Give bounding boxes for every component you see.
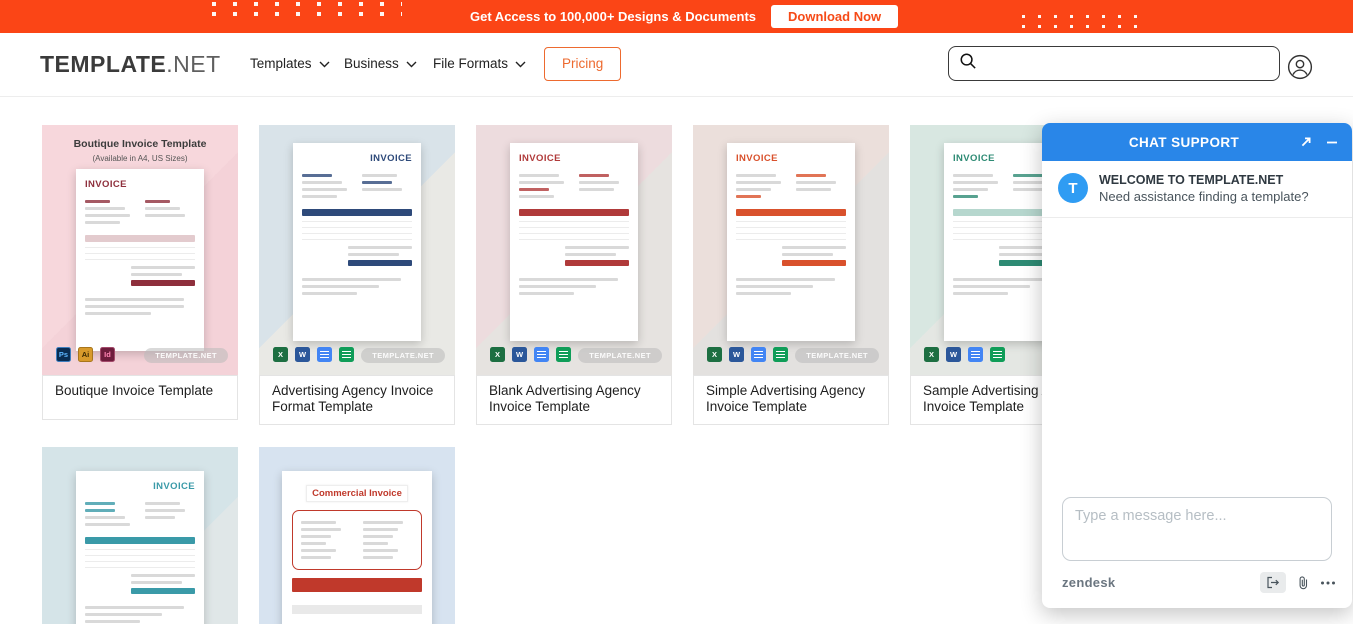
- nav-templates-label: Templates: [250, 56, 312, 71]
- invoice-document-preview: INVOICE: [510, 143, 638, 341]
- chat-welcome-subtitle: Need assistance finding a template?: [1099, 189, 1309, 204]
- file-format-icons: X W: [490, 347, 571, 362]
- google-docs-icon: [968, 347, 983, 362]
- invoice-document-preview: Commercial Invoice: [282, 471, 432, 624]
- word-icon: W: [512, 347, 527, 362]
- site-logo[interactable]: TEMPLATE.NET: [40, 51, 221, 78]
- download-now-button[interactable]: Download Now: [771, 5, 898, 28]
- indesign-icon: Id: [100, 347, 115, 362]
- google-docs-icon: [317, 347, 332, 362]
- account-icon[interactable]: [1287, 54, 1313, 80]
- search-input[interactable]: [986, 56, 1269, 72]
- template-card-title[interactable]: Boutique Invoice Template: [42, 375, 238, 420]
- search-box[interactable]: [948, 46, 1280, 81]
- nav-business-label: Business: [344, 56, 399, 71]
- google-sheets-icon: [556, 347, 571, 362]
- template-card-title[interactable]: Advertising Agency Invoice Format Templa…: [259, 375, 455, 425]
- page: Get Access to 100,000+ Designs & Documen…: [0, 0, 1353, 624]
- nav-file-formats-label: File Formats: [433, 56, 508, 71]
- promo-banner: Get Access to 100,000+ Designs & Documen…: [0, 0, 1353, 33]
- chat-support-widget: CHAT SUPPORT T WELCOME TO TEMPLATE.NET N…: [1042, 123, 1352, 608]
- thumb-subtitle: (Available in A4, US Sizes): [42, 154, 238, 163]
- popout-icon[interactable]: [1300, 136, 1312, 148]
- chat-welcome-title: WELCOME TO TEMPLATE.NET: [1099, 173, 1309, 187]
- template-card-title[interactable]: Blank Advertising Agency Invoice Templat…: [476, 375, 672, 425]
- grid-row-2: INVOICE Commercial Invoice: [42, 447, 1132, 624]
- template-thumbnail: Commercial Invoice: [259, 447, 455, 624]
- chat-message-area: [1042, 218, 1352, 497]
- dots-pattern-right: [1022, 15, 1147, 30]
- file-format-icons: X W: [924, 347, 1005, 362]
- template-card-teal-invoice[interactable]: INVOICE: [42, 447, 238, 624]
- chat-message-input[interactable]: [1062, 497, 1332, 561]
- template-card-adv-format[interactable]: INVOICE X W TEMPLATE.NET: [259, 125, 455, 425]
- template-card-blank-adv[interactable]: INVOICE X W TEMPLATE.NET: [476, 125, 672, 425]
- google-docs-icon: [534, 347, 549, 362]
- template-thumbnail: INVOICE X W TEMPLATE.NET: [259, 125, 455, 375]
- excel-icon: X: [924, 347, 939, 362]
- template-grid: Boutique Invoice Template (Available in …: [42, 125, 1132, 624]
- file-format-icons: Ps Ai Id: [56, 347, 115, 362]
- logo-primary: TEMPLATE: [40, 51, 166, 77]
- pricing-button[interactable]: Pricing: [544, 47, 621, 81]
- grid-row-1: Boutique Invoice Template (Available in …: [42, 125, 1132, 425]
- invoice-document-preview: INVOICE: [76, 169, 204, 351]
- chevron-down-icon: [515, 56, 526, 71]
- nav-templates[interactable]: Templates: [250, 56, 330, 71]
- google-docs-icon: [751, 347, 766, 362]
- watermark-badge: TEMPLATE.NET: [144, 348, 228, 363]
- promo-text: Get Access to 100,000+ Designs & Documen…: [470, 9, 756, 24]
- template-thumbnail: INVOICE: [42, 447, 238, 624]
- excel-icon: X: [707, 347, 722, 362]
- photoshop-icon: Ps: [56, 347, 71, 362]
- word-icon: W: [729, 347, 744, 362]
- template-card-simple-adv[interactable]: INVOICE X W TEMPLATE.NET: [693, 125, 889, 425]
- thumb-title: Boutique Invoice Template: [42, 138, 238, 150]
- dots-pattern-left: [212, 2, 402, 17]
- nav-business[interactable]: Business: [344, 56, 417, 71]
- watermark-badge: TEMPLATE.NET: [795, 348, 879, 363]
- end-chat-icon[interactable]: [1260, 572, 1286, 593]
- file-format-icons: X W: [707, 347, 788, 362]
- site-header: TEMPLATE.NET Templates Business File For…: [0, 33, 1353, 97]
- chat-header: CHAT SUPPORT: [1042, 123, 1352, 161]
- template-card-boutique[interactable]: Boutique Invoice Template (Available in …: [42, 125, 238, 425]
- illustrator-icon: Ai: [78, 347, 93, 362]
- template-thumbnail: INVOICE X W TEMPLATE.NET: [693, 125, 889, 375]
- more-options-icon[interactable]: [1320, 580, 1336, 586]
- attachment-icon[interactable]: [1297, 576, 1309, 590]
- chat-footer: zendesk: [1042, 561, 1352, 608]
- template-thumbnail: INVOICE X W TEMPLATE.NET: [476, 125, 672, 375]
- nav-file-formats[interactable]: File Formats: [433, 56, 526, 71]
- word-icon: W: [946, 347, 961, 362]
- template-thumbnail: Boutique Invoice Template (Available in …: [42, 125, 238, 375]
- chat-avatar: T: [1058, 173, 1088, 203]
- chevron-down-icon: [406, 56, 417, 71]
- invoice-document-preview: INVOICE: [293, 143, 421, 341]
- word-icon: W: [295, 347, 310, 362]
- google-sheets-icon: [773, 347, 788, 362]
- zendesk-brand[interactable]: zendesk: [1062, 575, 1260, 590]
- template-card-title[interactable]: Simple Advertising Agency Invoice Templa…: [693, 375, 889, 425]
- excel-icon: X: [273, 347, 288, 362]
- invoice-document-preview: INVOICE: [76, 471, 204, 624]
- chat-welcome-section: T WELCOME TO TEMPLATE.NET Need assistanc…: [1042, 161, 1352, 218]
- watermark-badge: TEMPLATE.NET: [578, 348, 662, 363]
- google-sheets-icon: [990, 347, 1005, 362]
- watermark-badge: TEMPLATE.NET: [361, 348, 445, 363]
- minimize-icon[interactable]: [1326, 136, 1338, 148]
- invoice-document-preview: INVOICE: [727, 143, 855, 341]
- template-card-commercial-invoice[interactable]: Commercial Invoice: [259, 447, 455, 624]
- google-sheets-icon: [339, 347, 354, 362]
- excel-icon: X: [490, 347, 505, 362]
- logo-secondary: .NET: [166, 51, 220, 77]
- file-format-icons: X W: [273, 347, 354, 362]
- chat-title: CHAT SUPPORT: [1042, 135, 1300, 150]
- search-icon: [959, 52, 978, 76]
- chevron-down-icon: [319, 56, 330, 71]
